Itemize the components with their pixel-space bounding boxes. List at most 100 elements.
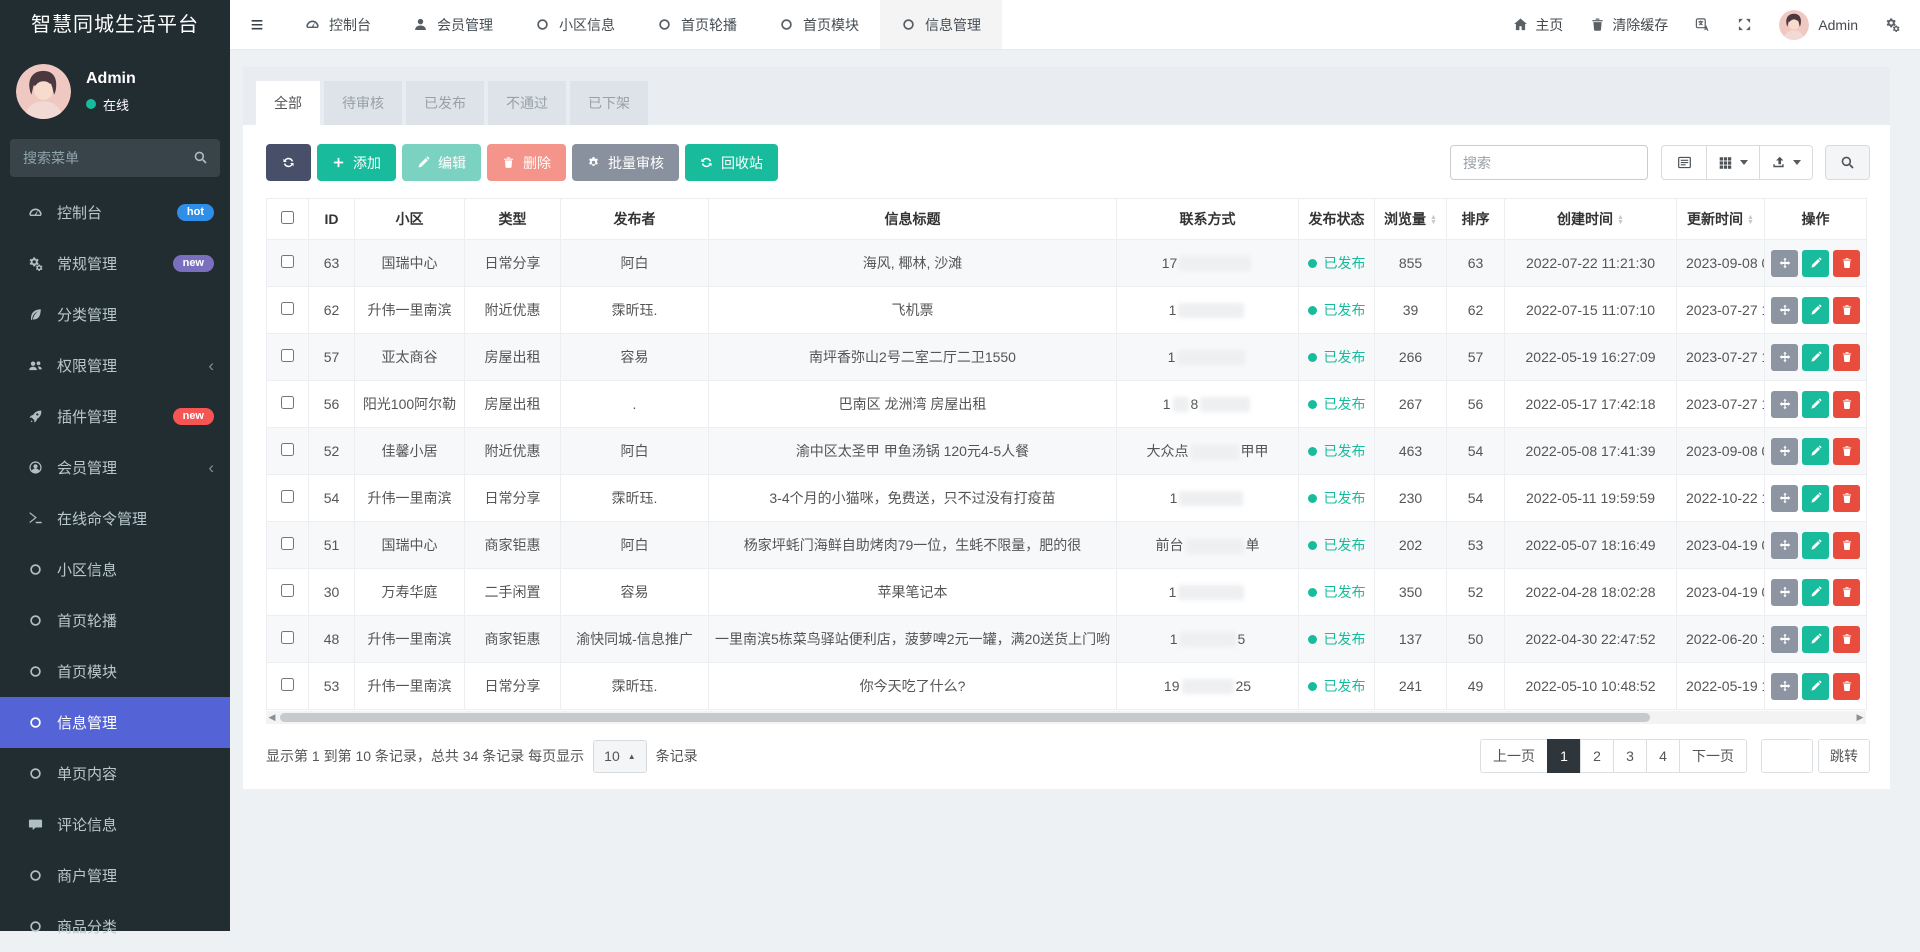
table-search-input[interactable]	[1450, 145, 1648, 180]
sidebar-item-信息管理[interactable]: 信息管理	[0, 697, 230, 748]
next-page-button[interactable]: 下一页	[1679, 739, 1747, 773]
sidebar-item-单页内容[interactable]: 单页内容	[0, 748, 230, 799]
sidebar-item-控制台[interactable]: 控制台hot	[0, 187, 230, 238]
scrollbar-thumb[interactable]	[280, 713, 1650, 722]
hamburger-menu-icon[interactable]: ≡	[230, 0, 284, 49]
page-size-select[interactable]: 10 ▲	[593, 740, 647, 773]
sidebar-item-首页模块[interactable]: 首页模块	[0, 646, 230, 697]
search-button[interactable]	[1825, 145, 1870, 180]
edit-row-button[interactable]	[1802, 532, 1829, 559]
page-button-2[interactable]: 2	[1580, 739, 1614, 773]
delete-row-button[interactable]	[1833, 438, 1860, 465]
tab-待审核[interactable]: 待审核	[324, 81, 402, 125]
batch-audit-button[interactable]: 批量审核	[572, 144, 679, 181]
row-checkbox[interactable]	[281, 490, 294, 503]
recycle-bin-button[interactable]: 回收站	[685, 144, 778, 181]
sidebar-item-权限管理[interactable]: 权限管理‹	[0, 340, 230, 391]
tab-不通过[interactable]: 不通过	[488, 81, 566, 125]
sidebar-item-常规管理[interactable]: 常规管理new	[0, 238, 230, 289]
edit-row-button[interactable]	[1802, 297, 1829, 324]
edit-row-button[interactable]	[1802, 485, 1829, 512]
tab-全部[interactable]: 全部	[256, 81, 320, 125]
add-button[interactable]: 添加	[317, 144, 396, 181]
row-checkbox[interactable]	[281, 678, 294, 691]
edit-row-button[interactable]	[1802, 391, 1829, 418]
row-checkbox[interactable]	[281, 302, 294, 315]
topbar-tab-信息管理[interactable]: 信息管理	[880, 0, 1002, 49]
settings-button[interactable]	[1885, 17, 1900, 32]
row-checkbox[interactable]	[281, 584, 294, 597]
delete-button[interactable]: 删除	[487, 144, 566, 181]
move-button[interactable]	[1771, 485, 1798, 512]
sidebar-item-首页轮播[interactable]: 首页轮播	[0, 595, 230, 646]
row-checkbox[interactable]	[281, 349, 294, 362]
clear-cache-button[interactable]: 清除缓存	[1590, 15, 1668, 35]
sidebar-item-插件管理[interactable]: 插件管理new	[0, 391, 230, 442]
topbar-tab-小区信息[interactable]: 小区信息	[514, 0, 636, 49]
columns-button[interactable]	[1706, 145, 1760, 180]
edit-row-button[interactable]	[1802, 438, 1829, 465]
page-button-4[interactable]: 4	[1646, 739, 1680, 773]
sidebar-item-商品分类[interactable]: 商品分类	[0, 901, 230, 952]
topbar-tab-控制台[interactable]: 控制台	[284, 0, 392, 49]
refresh-button[interactable]	[266, 144, 311, 181]
horizontal-scrollbar[interactable]: ◀ ▶	[266, 711, 1866, 724]
row-checkbox[interactable]	[281, 537, 294, 550]
move-button[interactable]	[1771, 532, 1798, 559]
move-button[interactable]	[1771, 250, 1798, 277]
page-button-3[interactable]: 3	[1613, 739, 1647, 773]
row-checkbox[interactable]	[281, 443, 294, 456]
sidebar-item-小区信息[interactable]: 小区信息	[0, 544, 230, 595]
delete-row-button[interactable]	[1833, 344, 1860, 371]
topbar-tab-首页轮播[interactable]: 首页轮播	[636, 0, 758, 49]
sidebar-item-在线命令管理[interactable]: 在线命令管理	[0, 493, 230, 544]
sidebar-item-商户管理[interactable]: 商户管理	[0, 850, 230, 901]
export-button[interactable]	[1759, 145, 1813, 180]
user-dropdown[interactable]: Admin	[1779, 10, 1858, 40]
move-button[interactable]	[1771, 579, 1798, 606]
prev-page-button[interactable]: 上一页	[1480, 739, 1548, 773]
row-checkbox[interactable]	[281, 396, 294, 409]
sort-icon[interactable]: ▲▼	[1430, 215, 1437, 225]
move-button[interactable]	[1771, 297, 1798, 324]
move-button[interactable]	[1771, 626, 1798, 653]
delete-row-button[interactable]	[1833, 532, 1860, 559]
edit-row-button[interactable]	[1802, 344, 1829, 371]
edit-row-button[interactable]	[1802, 673, 1829, 700]
home-link[interactable]: 主页	[1513, 15, 1563, 35]
move-button[interactable]	[1771, 344, 1798, 371]
sidebar-item-会员管理[interactable]: 会员管理‹	[0, 442, 230, 493]
scroll-left-arrow-icon[interactable]: ◀	[266, 711, 278, 724]
delete-row-button[interactable]	[1833, 673, 1860, 700]
delete-row-button[interactable]	[1833, 391, 1860, 418]
jump-page-input[interactable]	[1761, 739, 1813, 773]
sidebar-item-分类管理[interactable]: 分类管理	[0, 289, 230, 340]
edit-row-button[interactable]	[1802, 250, 1829, 277]
edit-button[interactable]: 编辑	[402, 144, 481, 181]
language-button[interactable]	[1695, 17, 1710, 32]
sort-icon[interactable]: ▲▼	[1617, 215, 1624, 225]
edit-row-button[interactable]	[1802, 626, 1829, 653]
delete-row-button[interactable]	[1833, 579, 1860, 606]
fullscreen-button[interactable]	[1737, 17, 1752, 32]
sidebar-item-评论信息[interactable]: 评论信息	[0, 799, 230, 850]
menu-search-input[interactable]	[10, 139, 220, 177]
delete-row-button[interactable]	[1833, 485, 1860, 512]
delete-row-button[interactable]	[1833, 297, 1860, 324]
sort-icon[interactable]: ▲▼	[1747, 215, 1754, 225]
tab-已发布[interactable]: 已发布	[406, 81, 484, 125]
edit-row-button[interactable]	[1802, 579, 1829, 606]
delete-row-button[interactable]	[1833, 250, 1860, 277]
topbar-tab-首页模块[interactable]: 首页模块	[758, 0, 880, 49]
topbar-tab-会员管理[interactable]: 会员管理	[392, 0, 514, 49]
select-all-checkbox[interactable]	[281, 211, 294, 224]
move-button[interactable]	[1771, 391, 1798, 418]
scroll-right-arrow-icon[interactable]: ▶	[1854, 711, 1866, 724]
delete-row-button[interactable]	[1833, 626, 1860, 653]
move-button[interactable]	[1771, 673, 1798, 700]
tab-已下架[interactable]: 已下架	[570, 81, 648, 125]
page-button-1[interactable]: 1	[1547, 739, 1581, 773]
jump-button[interactable]: 跳转	[1818, 739, 1870, 773]
row-checkbox[interactable]	[281, 255, 294, 268]
row-checkbox[interactable]	[281, 631, 294, 644]
